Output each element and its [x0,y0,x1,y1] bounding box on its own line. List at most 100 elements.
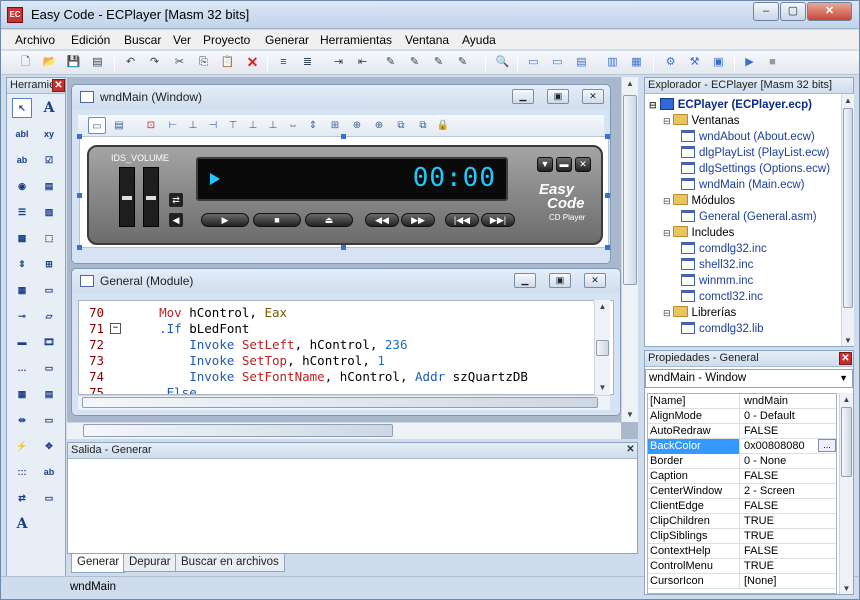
tab-generar[interactable]: Generar [71,554,126,573]
player-menu-button[interactable]: ▼ [537,157,553,172]
ipaddress-tool-icon[interactable]: ::: [12,462,32,482]
property-value[interactable]: FALSE [742,424,836,439]
tree-item[interactable]: comctl32.inc [681,289,763,305]
properties-scroll-up-icon[interactable]: ▲ [840,393,853,405]
tree-expander[interactable]: ⊟ [649,100,657,110]
properties-icon[interactable]: ⚙ [662,54,679,71]
play-button[interactable]: ▶ [201,213,249,227]
compile-icon[interactable]: ▣ [710,54,727,71]
dialog-icon[interactable]: ▭ [549,54,566,71]
rebar-tool-icon[interactable]: ▭ [39,410,59,430]
prev-track-button[interactable]: |◀◀ [445,213,479,227]
general-restore-button[interactable]: ▣ [549,273,571,288]
tree-item[interactable]: comdlg32.lib [681,321,764,337]
animation-tool-icon[interactable]: 🎞 [39,332,59,352]
tree-folder[interactable]: ⊟ Módulos [663,193,735,209]
align-left-icon[interactable]: ⊢ [164,117,182,134]
center-v-icon[interactable]: ⊕ [370,117,388,134]
undo-icon[interactable]: ↶ [122,54,139,71]
menu-herramientas[interactable]: Herramientas [320,33,392,47]
tree-expander-icon[interactable]: ⊟ [663,228,671,238]
eject-button[interactable]: ⏏ [305,213,353,227]
static-text-tool-icon[interactable]: A [12,514,32,534]
slider-tool-icon[interactable]: ⊸ [12,306,32,326]
properties-scroll-thumb[interactable] [841,407,852,477]
toolbox-close-button[interactable]: ✕ [52,79,65,92]
mdi-scroll-down-icon[interactable]: ▼ [622,408,638,422]
same-height-icon[interactable]: ⇕ [304,117,322,134]
resize-handle[interactable] [605,245,610,250]
design-view-icon[interactable]: ▭ [88,117,106,134]
tree-item[interactable]: General (General.asm) [681,209,817,225]
hotkey-tool-icon[interactable]: ⚡ [12,436,32,456]
delete-icon[interactable]: ✕ [244,54,261,71]
menu-buscar[interactable]: Buscar [124,33,161,47]
tree-item[interactable]: wndAbout (About.ecw) [681,129,815,145]
stop-icon[interactable]: ■ [764,54,781,71]
button-tool-icon[interactable]: ab [12,150,32,170]
folder-tool-icon[interactable]: ▱ [39,306,59,326]
menu-generar[interactable]: Generar [265,33,309,47]
menu-archivo[interactable]: Archivo [15,33,55,47]
listview-tool-icon[interactable]: ▦ [12,280,32,300]
cut-icon[interactable]: ✂ [171,54,188,71]
paste-icon[interactable]: 📋 [219,54,236,71]
save-all-icon[interactable]: ▤ [89,54,106,71]
label-tool-icon[interactable]: A [39,98,59,118]
player-close-button[interactable]: ✕ [575,157,591,172]
properties-close-button[interactable]: ✕ [839,352,852,365]
chevron-down-icon[interactable]: ▼ [839,370,848,387]
header-tool-icon[interactable]: ab [39,462,59,482]
run-icon[interactable]: ▶ [741,54,758,71]
tree-tool-icon[interactable]: ⊞ [39,254,59,274]
calendar-tool-icon[interactable]: ▤ [39,384,59,404]
code-vertical-scrollbar[interactable]: ▲ ▼ [594,300,610,395]
hscroll-thumb[interactable] [82,397,598,408]
tree-item[interactable]: winmm.inc [681,273,753,289]
volume-slider-left[interactable] [119,167,135,227]
property-value[interactable]: FALSE [742,499,836,514]
property-row[interactable]: AutoRedraw FALSE [648,424,836,439]
property-row[interactable]: CursorIcon [None] [648,574,836,589]
comment-icon[interactable]: ⇥ [330,54,347,71]
mdi-hscroll-thumb[interactable] [83,424,393,437]
cd-player-form[interactable]: IDS_VOLUME ⇄ ◀ 00:00 ▶ ■ ⏏ ◀◀ ▶▶ |◀◀ ▶▶|… [87,145,603,245]
date-tool-icon[interactable]: ▦ [12,384,32,404]
textbox-tool-icon[interactable]: abl [12,124,32,144]
tree-item[interactable]: shell32.inc [681,257,753,273]
code-view-icon[interactable]: ▤ [110,117,128,134]
resize-handle[interactable] [341,134,346,139]
image-tool-icon[interactable]: ▨ [39,202,59,222]
explorer-scroll-up-icon[interactable]: ▲ [842,94,854,106]
align-bottom-icon[interactable]: ⊥ [264,117,282,134]
outdent-icon[interactable]: ≣ [299,54,316,71]
tree-folder[interactable]: ⊟ Includes [663,225,734,241]
bookmark-icon[interactable]: ✎ [382,54,399,71]
wndmain-minimize-button[interactable]: ▁ [512,89,534,104]
align-top-icon[interactable]: ⊤ [224,117,242,134]
menu-edicion[interactable]: Edición [71,33,110,47]
find-icon[interactable]: 🔍 [494,54,511,71]
general-close-button[interactable]: ✕ [584,273,606,288]
properties-scrollbar[interactable]: ▲ ▼ [839,393,853,594]
frame-tool-icon[interactable]: ⬚ [39,228,59,248]
resize-handle[interactable] [605,134,610,139]
property-value[interactable]: FALSE [742,544,836,559]
open-folder-icon[interactable]: 📂 [41,54,58,71]
progress-tool-icon[interactable]: ▬ [12,332,32,352]
code-editor[interactable]: 70 Mov hControl, Eax 71− .If bLedFont 72 I… [78,300,614,395]
scroll-thumb[interactable] [596,340,609,356]
link-tool-icon[interactable]: ⇄ [12,488,32,508]
minimize-button[interactable]: ‒ [753,2,779,21]
resize-handle[interactable] [77,245,82,250]
resize-handle[interactable] [605,193,610,198]
tree-item[interactable]: dlgPlayList (PlayList.ecw) [681,145,829,161]
tree-expander-icon[interactable]: ⊟ [663,116,671,126]
lock-icon[interactable]: 🔒 [434,117,452,134]
richedit-tool-icon[interactable]: xy [39,124,59,144]
redo-icon[interactable]: ↷ [146,54,163,71]
toolbar-tool-icon[interactable]: ▭ [39,358,59,378]
include-icon[interactable]: ▥ [604,54,621,71]
property-value[interactable]: 0 - None [742,454,836,469]
copy-icon[interactable]: ⎘ [195,54,212,71]
